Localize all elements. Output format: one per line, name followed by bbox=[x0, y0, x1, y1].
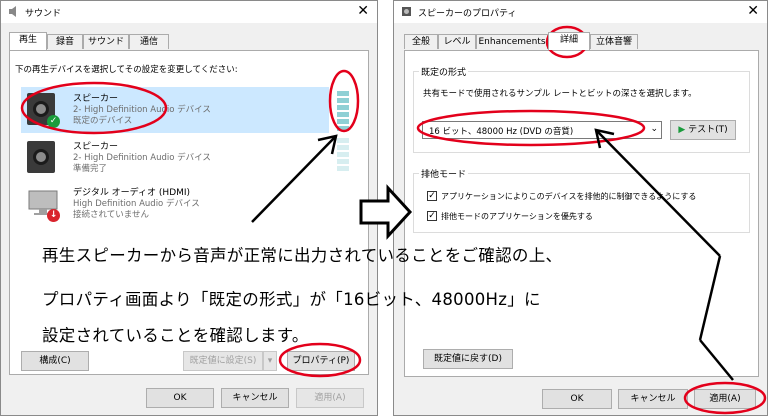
level-meter-bar bbox=[337, 152, 349, 157]
check-badge-icon: ✓ bbox=[47, 115, 60, 128]
tab-enhancements[interactable]: Enhancements bbox=[476, 34, 548, 49]
configure-button[interactable]: 構成(C) bbox=[21, 351, 89, 371]
restore-defaults-button[interactable]: 既定値に戻す(D) bbox=[423, 349, 513, 369]
sound-dialog-titlebar: サウンド ✕ bbox=[1, 1, 377, 23]
level-meter-bar bbox=[337, 98, 349, 103]
level-meter-bar bbox=[337, 112, 349, 117]
cancel-button[interactable]: キャンセル bbox=[221, 388, 289, 408]
exclusive-priority-label: 排他モードのアプリケーションを優先する bbox=[441, 212, 593, 221]
close-icon[interactable]: ✕ bbox=[357, 3, 369, 19]
properties-tabs: 全般 レベル Enhancements 詳細 立体音響 bbox=[404, 32, 759, 50]
level-meter-bar bbox=[337, 126, 349, 131]
annotation-line-2: プロパティ画面より「既定の形式」が「16ビット、48000Hz」に bbox=[42, 290, 541, 309]
speaker-app-icon bbox=[402, 7, 411, 16]
sound-dialog: サウンド ✕ 再生 録音 サウンド 通信 下の再生デバイスを選択してその設定を変… bbox=[0, 0, 378, 416]
exclusive-priority-checkbox[interactable]: ✓ bbox=[427, 211, 437, 221]
device-status: 既定のデバイス bbox=[73, 116, 133, 126]
level-meter-bar bbox=[337, 91, 349, 96]
properties-dialog-titlebar: スピーカーのプロパティ ✕ bbox=[394, 1, 767, 23]
format-select[interactable]: 16 ビット、48000 Hz (DVD の音質) ⌄ bbox=[422, 121, 662, 139]
default-format-group bbox=[413, 71, 750, 153]
tab-sounds[interactable]: サウンド bbox=[83, 34, 129, 49]
play-icon: ▶ bbox=[678, 125, 686, 135]
tab-spatial-sound[interactable]: 立体音響 bbox=[590, 34, 638, 49]
chevron-down-icon: ⌄ bbox=[650, 124, 658, 134]
default-format-description: 共有モードで使用されるサンプル レートとビットの深さを選択します。 bbox=[423, 89, 697, 99]
sound-app-icon bbox=[9, 6, 16, 17]
tab-general[interactable]: 全般 bbox=[404, 34, 438, 49]
tab-levels[interactable]: レベル bbox=[438, 34, 476, 49]
level-meter-bar bbox=[337, 138, 349, 143]
tab-advanced[interactable]: 詳細 bbox=[548, 32, 590, 50]
level-meter-bar bbox=[337, 145, 349, 150]
instruction-text: 下の再生デバイスを選択してその設定を変更してください: bbox=[15, 65, 238, 75]
tab-communications[interactable]: 通信 bbox=[129, 34, 169, 49]
close-icon[interactable]: ✕ bbox=[747, 3, 759, 19]
ok-button[interactable]: OK bbox=[542, 389, 612, 409]
annotation-line-3: 設定されていることを確認します。 bbox=[42, 326, 309, 345]
properties-dialog-title: スピーカーのプロパティ bbox=[418, 9, 517, 19]
properties-button[interactable]: プロパティ(P) bbox=[287, 351, 355, 371]
ok-button[interactable]: OK bbox=[146, 388, 214, 408]
test-button-label: テスト(T) bbox=[688, 125, 728, 135]
cancel-button[interactable]: キャンセル bbox=[618, 389, 688, 409]
tab-recording[interactable]: 録音 bbox=[47, 34, 83, 49]
device-status: 接続されていません bbox=[73, 210, 149, 220]
exclusive-mode-group bbox=[413, 173, 750, 233]
level-meter-bar bbox=[337, 166, 349, 171]
unplugged-badge-icon: ↓ bbox=[47, 209, 60, 222]
tab-playback[interactable]: 再生 bbox=[9, 32, 47, 50]
device-speaker-default[interactable]: ✓ スピーカー 2- High Definition Audio デバイス 既定… bbox=[21, 87, 329, 133]
device-status: 準備完了 bbox=[73, 164, 108, 174]
level-meter-bar bbox=[337, 119, 349, 124]
set-default-button[interactable]: 既定値に設定(S) bbox=[183, 351, 263, 371]
format-select-value: 16 ビット、48000 Hz (DVD の音質) bbox=[429, 127, 574, 137]
exclusive-control-checkbox[interactable]: ✓ bbox=[427, 191, 437, 201]
level-meter-bar bbox=[337, 159, 349, 164]
device-speaker-2[interactable]: スピーカー 2- High Definition Audio デバイス 準備完了 bbox=[21, 135, 329, 181]
level-meter-bar bbox=[337, 105, 349, 110]
speaker-properties-dialog: スピーカーのプロパティ ✕ 全般 レベル Enhancements 詳細 立体音… bbox=[393, 0, 768, 416]
default-format-label: 既定の形式 bbox=[419, 65, 469, 78]
exclusive-control-label: アプリケーションによりこのデバイスを排他的に制御できるようにする bbox=[441, 192, 697, 201]
sound-tabs: 再生 録音 サウンド 通信 bbox=[9, 32, 369, 50]
apply-button[interactable]: 適用(A) bbox=[296, 388, 364, 408]
sound-dialog-title: サウンド bbox=[25, 9, 62, 19]
speaker-icon bbox=[27, 141, 55, 173]
device-hdmi[interactable]: ↓ デジタル オーディオ (HDMI) High Definition Audi… bbox=[21, 181, 329, 227]
test-button[interactable]: ▶ テスト(T) bbox=[670, 120, 736, 140]
set-default-dropdown[interactable]: ▾ bbox=[263, 351, 277, 371]
apply-button[interactable]: 適用(A) bbox=[694, 389, 756, 409]
advanced-panel: 既定の形式 共有モードで使用されるサンプル レートとビットの深さを選択します。 … bbox=[404, 50, 759, 377]
exclusive-mode-label: 排他モード bbox=[419, 167, 469, 180]
annotation-line-1: 再生スピーカーから音声が正常に出力されていることをご確認の上、 bbox=[42, 246, 563, 265]
